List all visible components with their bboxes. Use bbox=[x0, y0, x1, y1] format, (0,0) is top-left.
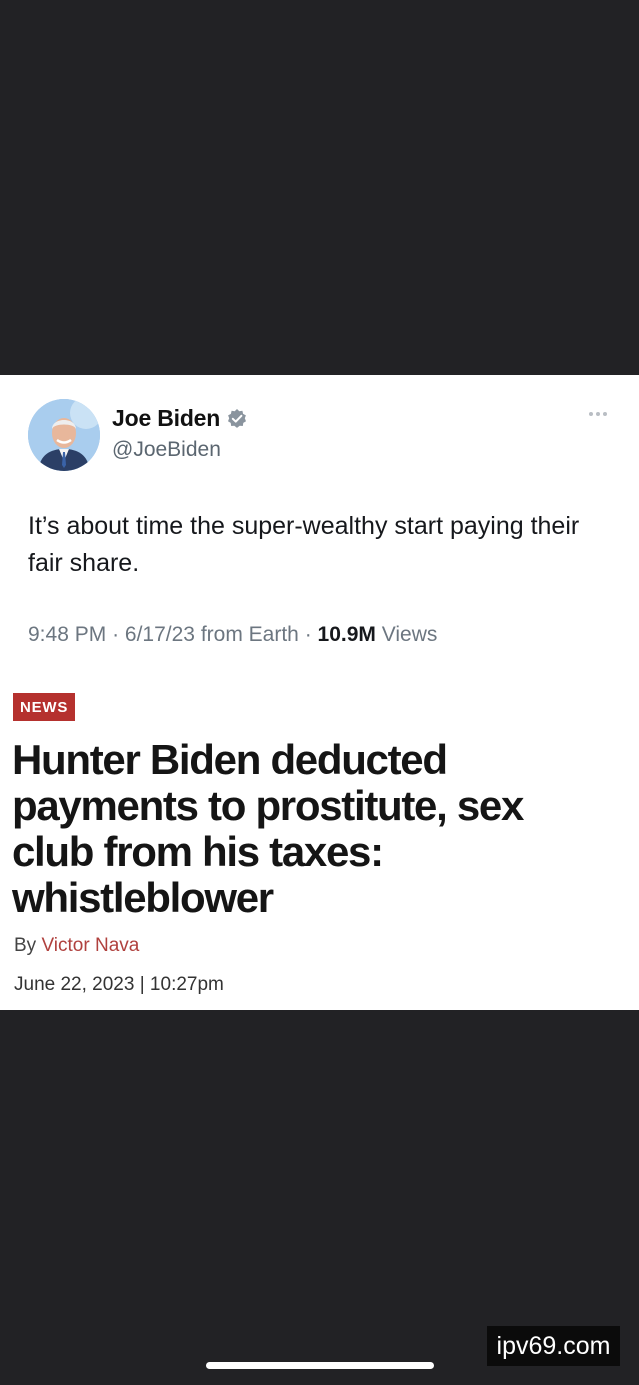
watermark: ipv69.com bbox=[487, 1326, 620, 1366]
article-author-link[interactable]: Victor Nava bbox=[41, 935, 139, 956]
by-label: By bbox=[14, 935, 37, 956]
screenshot-card: Joe Biden @JoeBiden It’s about time the … bbox=[0, 375, 639, 1010]
tweet-meta: 9:48 PM · 6/17/23 from Earth · 10.9M Vie… bbox=[28, 623, 437, 647]
tweet-source: from Earth bbox=[200, 623, 299, 646]
news-tag[interactable]: NEWS bbox=[13, 693, 76, 721]
more-options-icon[interactable] bbox=[589, 409, 613, 419]
views-label: Views bbox=[381, 623, 438, 646]
tweet-text: It’s about time the super-wealthy start … bbox=[28, 512, 580, 577]
article-headline[interactable]: Hunter Biden deducted payments to prosti… bbox=[12, 737, 612, 921]
verified-badge-icon bbox=[226, 408, 248, 430]
article-byline: By Victor Nava bbox=[14, 935, 139, 957]
more-dot bbox=[596, 412, 600, 416]
home-indicator[interactable] bbox=[206, 1362, 434, 1369]
article-dateline: June 22, 2023 | 10:27pm bbox=[14, 974, 224, 995]
tweet-date[interactable]: 6/17/23 bbox=[125, 623, 195, 646]
author-name[interactable]: Joe Biden bbox=[112, 405, 220, 432]
tweet-time[interactable]: 9:48 PM bbox=[28, 623, 106, 646]
views-count: 10.9M bbox=[317, 623, 376, 646]
author-avatar[interactable] bbox=[28, 399, 100, 471]
avatar-portrait-icon bbox=[28, 399, 100, 471]
more-dot bbox=[603, 412, 607, 416]
author-handle[interactable]: @JoeBiden bbox=[112, 438, 221, 462]
meta-separator: · bbox=[112, 623, 120, 646]
meta-separator: · bbox=[304, 623, 312, 646]
author-name-row[interactable]: Joe Biden bbox=[112, 405, 248, 432]
more-dot bbox=[589, 412, 593, 416]
